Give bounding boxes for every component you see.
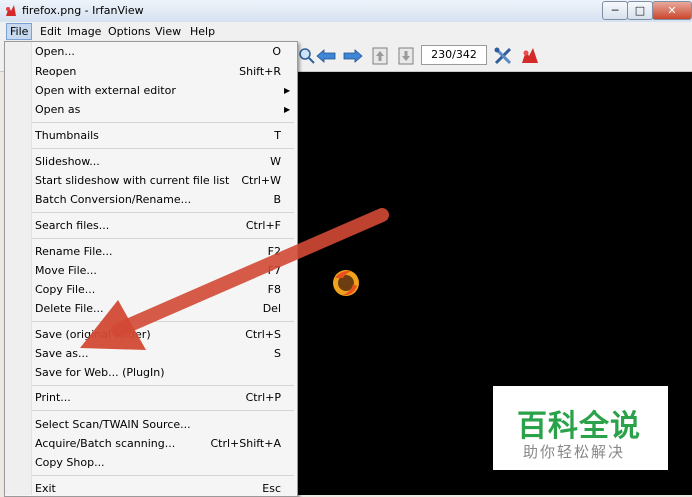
watermark-subtitle: 助你轻松解决: [523, 443, 626, 461]
watermark-title: 百科全说: [517, 409, 641, 444]
